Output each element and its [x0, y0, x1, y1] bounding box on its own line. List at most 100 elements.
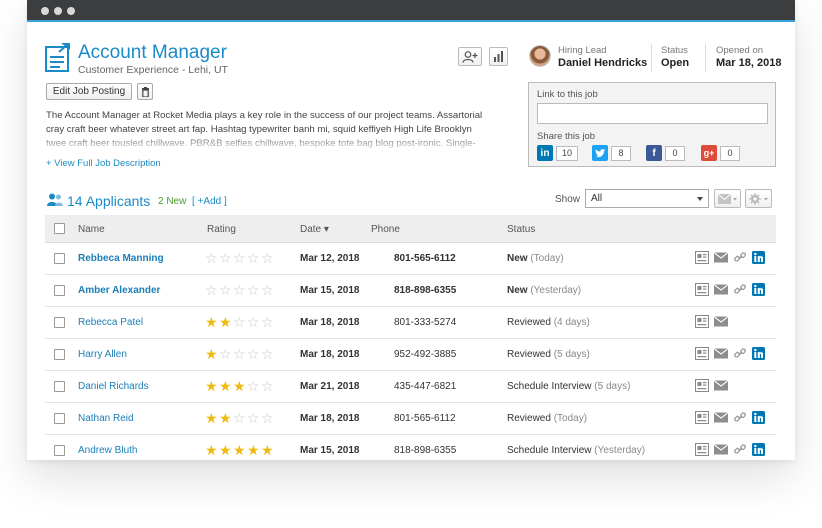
table-row[interactable]: Harry Allen ★ ☆ ☆ ☆ ☆ Mar 18, 2018 952-492-3885… [45, 339, 776, 371]
rating-star-icon[interactable]: ★ [261, 443, 275, 457]
column-phone[interactable]: Phone [371, 224, 400, 235]
rating-star-icon[interactable]: ★ [205, 379, 219, 393]
rating-star-icon[interactable]: ★ [219, 379, 233, 393]
applicant-name-link[interactable]: Rebbeca Manning [78, 253, 164, 264]
rating-star-icon[interactable]: ☆ [233, 315, 247, 329]
view-full-description-link[interactable]: + View Full Job Description [46, 158, 161, 169]
email-icon[interactable] [714, 315, 728, 328]
linkedin-icon[interactable] [752, 411, 766, 424]
rating-star-icon[interactable]: ★ [219, 411, 233, 425]
rating-star-icon[interactable]: ☆ [233, 347, 247, 361]
table-row[interactable]: Daniel Richards ★ ★ ★ ☆ ☆ Mar 21, 2018 435-447-… [45, 371, 776, 403]
twitter-share[interactable]: 8 [592, 145, 631, 161]
show-filter-select[interactable]: All [585, 189, 709, 208]
rating-star-icon[interactable]: ☆ [219, 283, 233, 297]
email-icon[interactable] [714, 251, 728, 264]
delete-job-button[interactable] [137, 83, 153, 100]
rating-star-icon[interactable]: ★ [233, 443, 247, 457]
column-rating[interactable]: Rating [207, 224, 236, 235]
linkedin-icon[interactable] [752, 347, 766, 360]
rating-star-icon[interactable]: ★ [205, 443, 219, 457]
rating-star-icon[interactable]: ☆ [219, 347, 233, 361]
rating-star-icon[interactable]: ★ [219, 315, 233, 329]
link-icon[interactable] [733, 411, 747, 424]
link-icon[interactable] [733, 443, 747, 456]
column-status[interactable]: Status [507, 224, 535, 235]
table-row[interactable]: Nathan Reid ★ ★ ☆ ☆ ☆ Mar 18, 2018 801-565-6112… [45, 403, 776, 435]
row-checkbox[interactable] [54, 253, 65, 264]
resume-icon[interactable] [695, 283, 709, 296]
resume-icon[interactable] [695, 251, 709, 264]
googleplus-share[interactable]: g+ 0 [701, 145, 740, 161]
resume-icon[interactable] [695, 379, 709, 392]
table-row[interactable]: Rebecca Patel ★ ★ ☆ ☆ ☆ Mar 18, 2018 801-333-52… [45, 307, 776, 339]
bulk-settings-button[interactable] [745, 189, 772, 208]
applicant-name-link[interactable]: Rebecca Patel [78, 317, 143, 328]
rating-star-icon[interactable]: ☆ [247, 347, 261, 361]
add-user-button[interactable] [458, 47, 482, 66]
rating-stars[interactable]: ★ ★ ☆ ☆ ☆ [205, 411, 275, 425]
rating-star-icon[interactable]: ☆ [247, 283, 261, 297]
window-minimize-dot[interactable] [54, 7, 62, 15]
add-applicant-link[interactable]: [ +Add ] [192, 196, 227, 207]
rating-star-icon[interactable]: ☆ [219, 251, 233, 265]
resume-icon[interactable] [695, 347, 709, 360]
rating-star-icon[interactable]: ★ [219, 443, 233, 457]
applicant-name-link[interactable]: Daniel Richards [78, 381, 149, 392]
row-checkbox[interactable] [54, 285, 65, 296]
rating-star-icon[interactable]: ☆ [261, 347, 275, 361]
rating-star-icon[interactable]: ☆ [261, 315, 275, 329]
rating-star-icon[interactable]: ☆ [247, 251, 261, 265]
row-checkbox[interactable] [54, 349, 65, 360]
rating-stars[interactable]: ☆ ☆ ☆ ☆ ☆ [205, 251, 275, 265]
rating-star-icon[interactable]: ☆ [247, 379, 261, 393]
hiring-lead-name[interactable]: Daniel Hendricks [558, 57, 647, 69]
linkedin-icon[interactable] [752, 443, 766, 456]
table-row[interactable]: Andrew Bluth ★ ★ ★ ★ ★ Mar 15, 2018 818-898-635… [45, 435, 776, 460]
email-icon[interactable] [714, 411, 728, 424]
link-icon[interactable] [733, 347, 747, 360]
rating-stars[interactable]: ★ ★ ★ ★ ★ [205, 443, 275, 457]
row-checkbox[interactable] [54, 317, 65, 328]
stats-button[interactable] [489, 47, 508, 66]
rating-star-icon[interactable]: ★ [205, 315, 219, 329]
rating-star-icon[interactable]: ★ [205, 347, 219, 361]
email-icon[interactable] [714, 347, 728, 360]
linkedin-icon[interactable] [752, 283, 766, 296]
new-applicants-link[interactable]: 2 New [158, 196, 186, 207]
linkedin-share[interactable]: in 10 [537, 145, 579, 161]
job-link-input[interactable] [537, 103, 768, 124]
row-checkbox[interactable] [54, 445, 65, 456]
email-icon[interactable] [714, 443, 728, 456]
facebook-share[interactable]: f 0 [646, 145, 685, 161]
applicant-name-link[interactable]: Nathan Reid [78, 413, 134, 424]
table-row[interactable]: Amber Alexander ☆ ☆ ☆ ☆ ☆ Mar 15, 2018 818-898-… [45, 275, 776, 307]
rating-star-icon[interactable]: ★ [247, 443, 261, 457]
resume-icon[interactable] [695, 443, 709, 456]
link-icon[interactable] [733, 251, 747, 264]
rating-star-icon[interactable]: ☆ [261, 379, 275, 393]
rating-star-icon[interactable]: ★ [205, 411, 219, 425]
window-maximize-dot[interactable] [67, 7, 75, 15]
applicant-name-link[interactable]: Amber Alexander [78, 285, 160, 296]
linkedin-icon[interactable] [752, 251, 766, 264]
rating-star-icon[interactable]: ☆ [233, 251, 247, 265]
link-icon[interactable] [733, 283, 747, 296]
email-icon[interactable] [714, 283, 728, 296]
resume-icon[interactable] [695, 411, 709, 424]
rating-star-icon[interactable]: ☆ [233, 411, 247, 425]
resume-icon[interactable] [695, 315, 709, 328]
edit-job-posting-button[interactable]: Edit Job Posting [46, 83, 132, 100]
rating-star-icon[interactable]: ☆ [247, 315, 261, 329]
rating-star-icon[interactable]: ☆ [205, 283, 219, 297]
window-close-dot[interactable] [41, 7, 49, 15]
rating-star-icon[interactable]: ★ [233, 379, 247, 393]
rating-star-icon[interactable]: ☆ [247, 411, 261, 425]
rating-star-icon[interactable]: ☆ [205, 251, 219, 265]
rating-stars[interactable]: ★ ★ ☆ ☆ ☆ [205, 315, 275, 329]
applicant-name-link[interactable]: Harry Allen [78, 349, 127, 360]
rating-stars[interactable]: ★ ★ ★ ☆ ☆ [205, 379, 275, 393]
rating-star-icon[interactable]: ☆ [261, 251, 275, 265]
email-icon[interactable] [714, 379, 728, 392]
rating-star-icon[interactable]: ☆ [261, 411, 275, 425]
